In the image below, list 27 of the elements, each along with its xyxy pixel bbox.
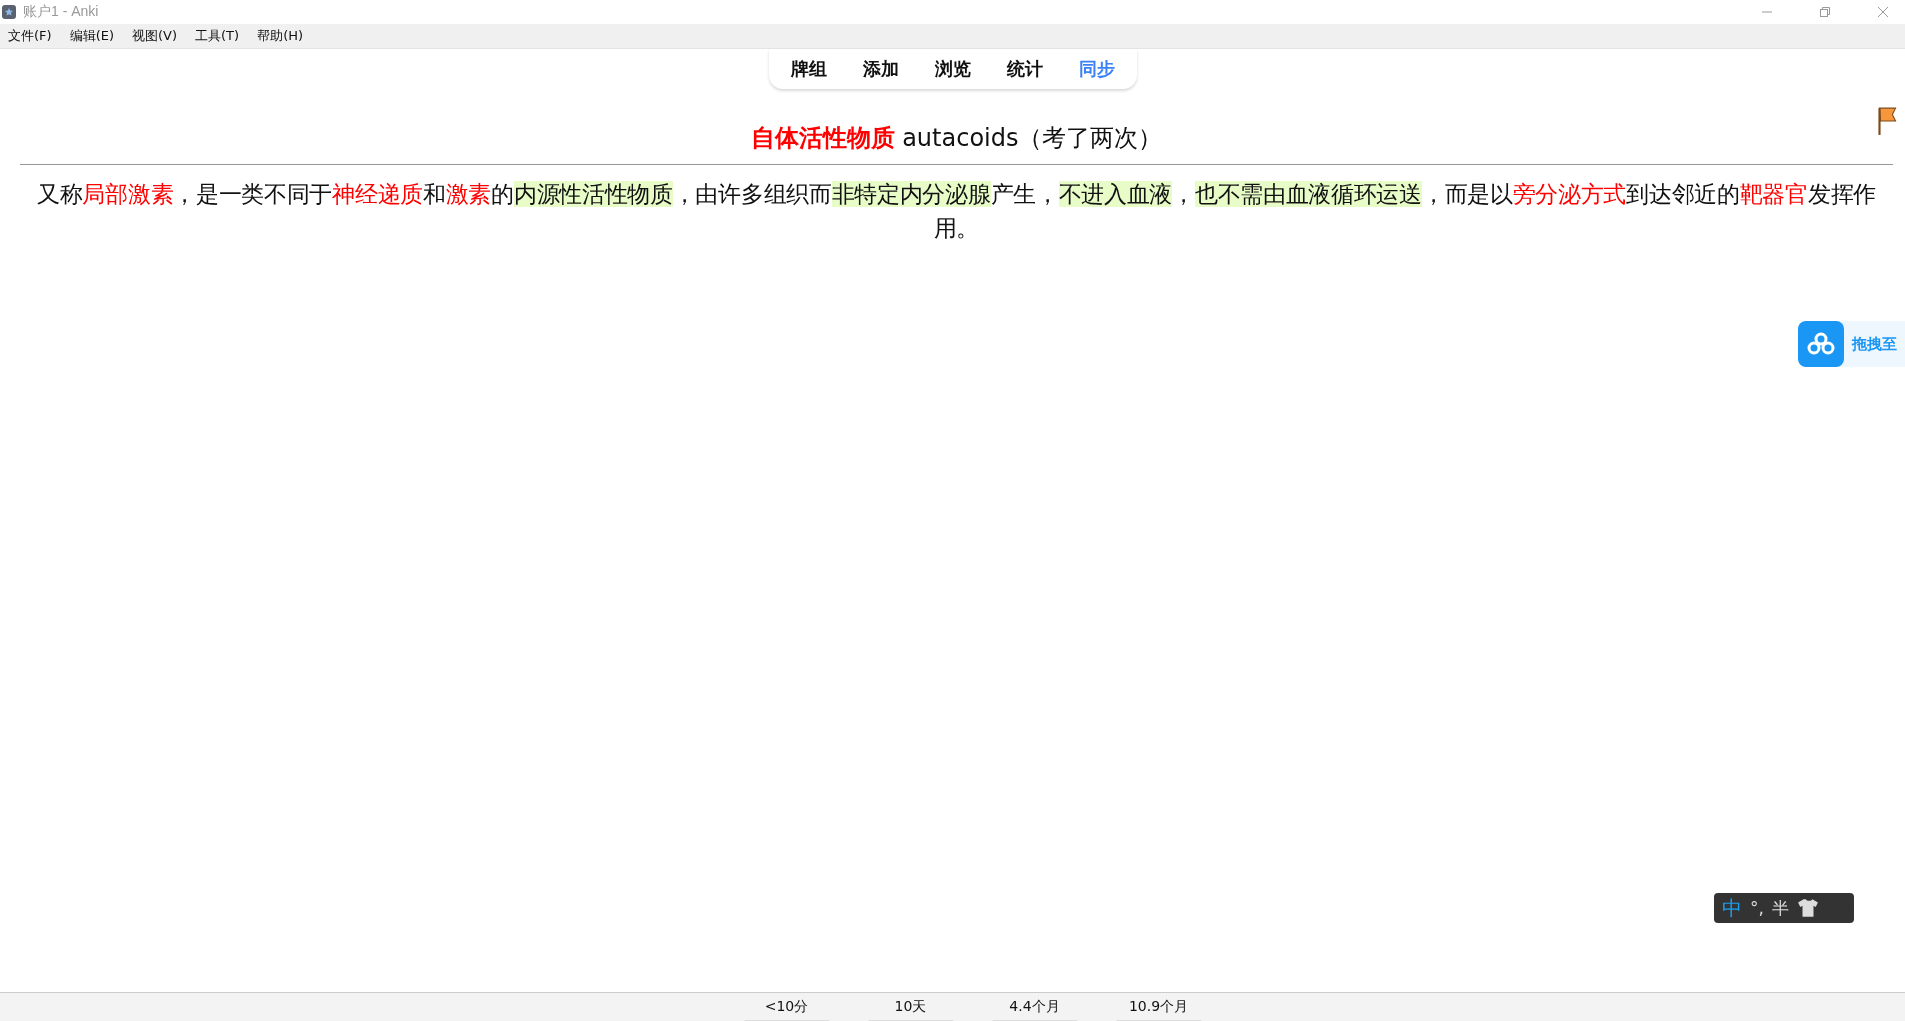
toolbar-tab[interactable]: 浏览 — [934, 57, 971, 81]
menu-item[interactable]: 文件(F) — [8, 27, 52, 45]
interval-label: 4.4个月 — [1009, 998, 1060, 1016]
menu-item[interactable]: 视图(V) — [132, 27, 178, 45]
interval-label: 10.9个月 — [1128, 998, 1189, 1016]
close-icon[interactable] — [1877, 6, 1889, 18]
toolbar-tab[interactable]: 同步 — [1078, 57, 1115, 81]
menu-item[interactable]: 帮助(H) — [257, 27, 304, 45]
shirt-icon[interactable] — [1796, 898, 1819, 918]
restore-icon[interactable] — [1819, 6, 1831, 18]
menu-item[interactable]: 编辑(E) — [69, 27, 114, 45]
flag-icon[interactable] — [1876, 106, 1898, 136]
interval-label: <10分 — [764, 998, 809, 1016]
toolbar-tab[interactable]: 统计 — [1006, 57, 1043, 81]
card-text: 又称局部激素，是一类不同于神经递质和激素的内源性活性物质，由许多组织而非特定内分泌腺产生，不进入血液，也不需由血液循环运送，而是以旁分泌方式到达邻近的靶器官发挥作用。 — [36, 180, 1877, 243]
card-title: 自体活性物质 autacoids（考了两次） — [749, 123, 1164, 154]
ime-mode[interactable]: 中 — [1722, 894, 1742, 922]
interval-label: 10天 — [894, 998, 927, 1016]
toolbar-tab[interactable]: 添加 — [862, 57, 899, 81]
ime-width[interactable]: 半 — [1771, 896, 1789, 920]
window-title: 账户1 - Anki — [23, 3, 99, 21]
cloud-icon — [1798, 321, 1844, 367]
menu-item[interactable]: 工具(T) — [195, 27, 240, 45]
toolbar-tab[interactable]: 牌组 — [790, 57, 827, 81]
cloud-drop-label: 拖拽至 — [1852, 334, 1897, 354]
ime-punctuation[interactable]: °, — [1750, 898, 1764, 918]
app-icon — [1, 4, 17, 20]
